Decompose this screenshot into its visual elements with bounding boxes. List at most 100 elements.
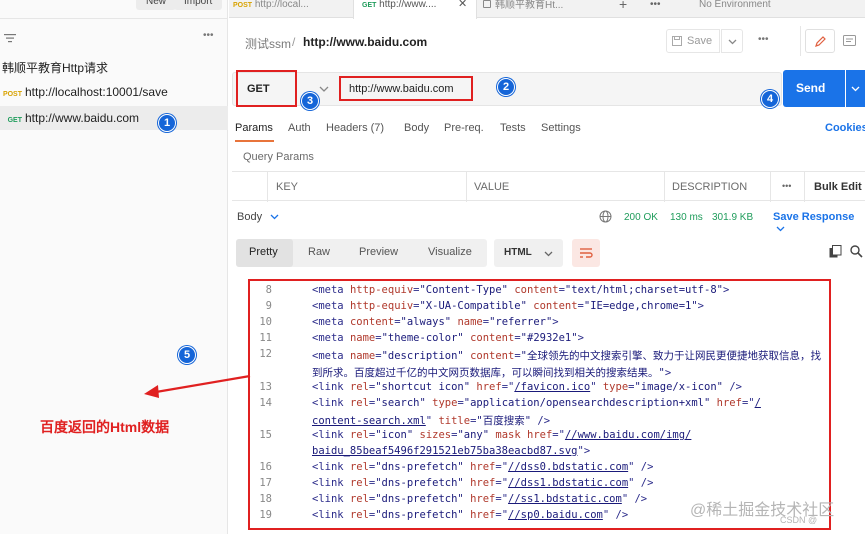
tab-prereq[interactable]: Pre-req.: [444, 122, 484, 134]
view-preview[interactable]: Preview: [359, 246, 398, 258]
bulk-edit-button[interactable]: Bulk Edit: [814, 181, 862, 193]
code-text: <link rel="dns-prefetch" href="//sp0.bai…: [312, 509, 629, 522]
annotation-marker-4: 4: [761, 90, 779, 108]
chevron-down-icon[interactable]: [319, 86, 329, 92]
view-pretty[interactable]: Pretty: [249, 246, 278, 258]
chevron-down-icon: [270, 214, 279, 220]
save-dropdown-button[interactable]: [721, 29, 743, 53]
response-body-select[interactable]: Body: [237, 211, 279, 223]
tabs-more-button[interactable]: •••: [650, 0, 661, 18]
edit-button[interactable]: [805, 29, 835, 53]
line-number: 19: [259, 509, 272, 522]
divider: [466, 172, 467, 202]
response-code-view[interactable]: 8 <meta http-equiv="Content-Type" content…: [248, 279, 831, 530]
view-visualize[interactable]: Visualize: [428, 246, 472, 258]
tab-params[interactable]: Params: [235, 122, 273, 134]
chevron-down-icon: [776, 226, 785, 232]
tab-tests[interactable]: Tests: [500, 122, 526, 134]
line-number: 11: [259, 332, 272, 345]
import-button[interactable]: Import: [174, 0, 223, 10]
code-text: <link rel="dns-prefetch" href="//dss1.bd…: [312, 477, 654, 490]
line-number: 18: [259, 493, 272, 506]
code-text: <link rel="shortcut icon" href="/favicon…: [312, 380, 742, 393]
code-text: <meta name="theme-color" content="#2932e…: [312, 332, 584, 345]
line-number: 8: [265, 284, 272, 296]
divider: [800, 26, 801, 56]
send-dropdown-button[interactable]: [846, 70, 865, 107]
line-number: 9: [265, 300, 272, 313]
line-number: 15: [259, 428, 272, 441]
annotation-caption: 百度返回的Html数据: [40, 419, 170, 435]
code-text: <meta name="description" content="全球领先的中…: [312, 350, 821, 363]
request-more-button[interactable]: •••: [758, 34, 769, 45]
collection-item[interactable]: 韩顺平教育Http请求: [0, 56, 228, 80]
column-value: VALUE: [474, 181, 510, 193]
response-time[interactable]: 130 ms: [670, 212, 703, 223]
params-more-button[interactable]: •••: [782, 181, 791, 191]
save-response-button[interactable]: Save Response: [773, 211, 865, 235]
tab-body[interactable]: Body: [404, 122, 429, 134]
environment-select[interactable]: No Environment: [699, 0, 771, 18]
code-text: <meta http-equiv="Content-Type" content=…: [312, 284, 730, 296]
tab-headers[interactable]: Headers (7): [326, 122, 384, 134]
tab-collection[interactable]: 韩顺平教育Ht...: [483, 0, 603, 18]
code-text: <link rel="dns-prefetch" href="//ss1.bds…: [312, 493, 648, 506]
wrap-icon: [580, 248, 593, 258]
code-text: 到所求。百度超过千亿的中文网页数据库，可以瞬间找到相关的搜索结果。">: [312, 366, 672, 379]
divider: [0, 18, 228, 19]
search-icon[interactable]: [850, 245, 863, 258]
code-text: content-search.xml" title="百度搜索" />: [312, 414, 551, 427]
code-text: <meta content="always" name="referrer">: [312, 316, 559, 329]
cookies-link[interactable]: Cookies: [825, 122, 865, 134]
tab-auth[interactable]: Auth: [288, 122, 311, 134]
save-label: Save: [687, 35, 713, 47]
filter-icon[interactable]: [4, 32, 16, 46]
breadcrumb-collection[interactable]: 测试ssm: [245, 35, 291, 52]
new-tab-button[interactable]: +: [619, 0, 627, 18]
send-label: Send: [796, 81, 826, 95]
code-text: <link rel="search" type="application/ope…: [312, 396, 761, 409]
save-response-label: Save Response: [773, 211, 855, 223]
sidebar-request-post[interactable]: POST http://localhost:10001/save: [0, 80, 228, 104]
chevron-down-icon: [544, 251, 553, 257]
copy-icon[interactable]: [829, 245, 842, 258]
method-select[interactable]: GET: [236, 70, 297, 107]
tab-label: 韩顺平教育Ht...: [495, 0, 564, 11]
new-button[interactable]: New: [136, 0, 177, 10]
chevron-down-icon: [728, 39, 737, 45]
sidebar-request-get[interactable]: GET http://www.baidu.com: [0, 106, 228, 130]
sidebar-more-button[interactable]: •••: [203, 30, 214, 41]
collection-name: 韩顺平教育Http请求: [2, 61, 109, 75]
annotation-marker-2: 2: [497, 78, 515, 96]
method-badge: POST: [233, 2, 253, 9]
breadcrumb-separator: /: [292, 35, 296, 49]
watermark-sub: CSDN @: [780, 515, 818, 525]
divider: [664, 172, 665, 202]
response-size[interactable]: 301.9 KB: [712, 212, 753, 223]
tab-settings[interactable]: Settings: [541, 122, 581, 134]
method-badge: GET: [362, 2, 377, 9]
annotation-marker-3: 3: [301, 92, 319, 110]
wrap-lines-button[interactable]: [572, 239, 600, 267]
line-number: 16: [259, 461, 272, 474]
format-select[interactable]: HTML: [494, 239, 563, 267]
tab-get-baidu[interactable]: GET http://www.... ✕: [353, 0, 477, 19]
view-raw[interactable]: Raw: [308, 246, 330, 258]
status-badge[interactable]: 200 OK: [624, 212, 658, 223]
document-icon: [843, 35, 856, 46]
tab-bar: POST http://local... GET http://www.... …: [229, 0, 865, 19]
save-button[interactable]: Save: [666, 29, 720, 53]
url-input[interactable]: http://www.baidu.com: [339, 76, 473, 101]
documentation-button[interactable]: [838, 29, 862, 53]
body-label: Body: [237, 211, 263, 223]
page-title: http://www.baidu.com: [303, 35, 428, 49]
collection-icon: [483, 0, 491, 8]
tab-label: http://local...: [254, 0, 309, 10]
send-button[interactable]: Send: [783, 70, 845, 107]
globe-icon[interactable]: [599, 210, 612, 223]
column-description: DESCRIPTION: [672, 181, 748, 193]
close-icon[interactable]: ✕: [458, 0, 467, 10]
tab-post-local[interactable]: POST http://local...: [233, 0, 353, 18]
method-badge: GET: [7, 117, 22, 124]
request-url: http://www.baidu.com: [25, 111, 140, 125]
